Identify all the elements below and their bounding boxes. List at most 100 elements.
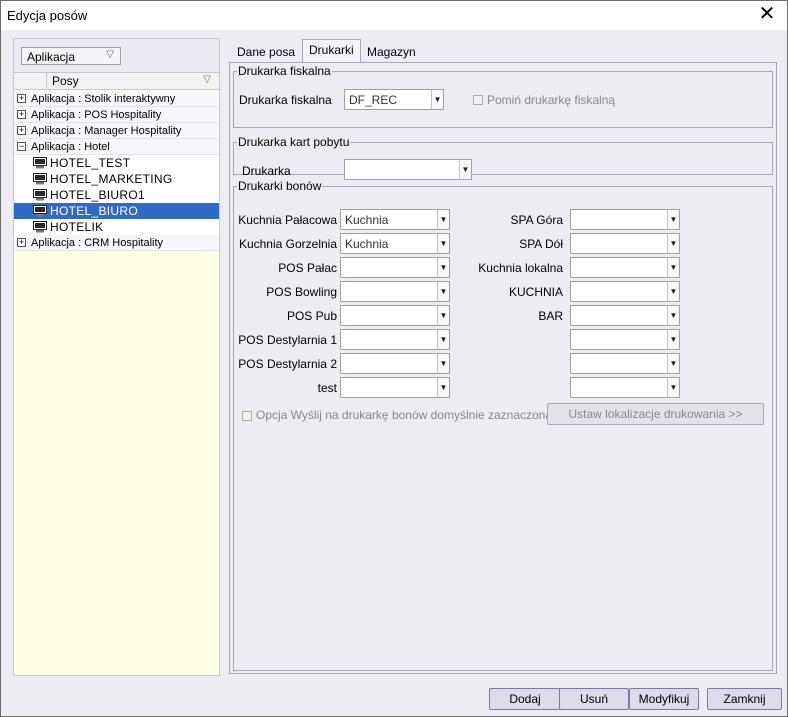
card-printer-legend: Drukarka kart pobytu bbox=[238, 135, 350, 149]
tree-group-label: Aplikacja : Stolik interaktywny bbox=[31, 93, 176, 105]
tree-pos-row[interactable]: HOTEL_BIURO1 bbox=[14, 187, 219, 203]
close-button[interactable]: Zamknij bbox=[707, 688, 782, 710]
tree-group-row[interactable]: + Aplikacja : Manager Hospitality bbox=[14, 123, 219, 139]
set-print-location-button[interactable]: Ustaw lokalizacje drukowania >> bbox=[547, 403, 764, 425]
tree-pos-label: HOTELIK bbox=[50, 220, 104, 234]
bon-printer-select[interactable]: ▼ bbox=[570, 377, 680, 398]
chevron-down-icon[interactable]: ▼ bbox=[437, 378, 449, 397]
tree-pos-row[interactable]: HOTEL_TEST bbox=[14, 155, 219, 171]
bon-printer-select[interactable]: ▼ bbox=[570, 281, 680, 302]
chevron-down-icon[interactable]: ▼ bbox=[667, 354, 679, 373]
computer-icon bbox=[33, 221, 47, 233]
tree-pos-label: HOTEL_TEST bbox=[50, 156, 131, 170]
chevron-down-icon[interactable]: ▼ bbox=[431, 90, 443, 109]
bon-printer-select[interactable]: ▼ bbox=[340, 377, 450, 398]
computer-icon bbox=[33, 173, 47, 185]
window: Edycja posów ✕ Aplikacja ▽ Posy ▽ + Aplik… bbox=[0, 0, 788, 717]
tree-pos-row[interactable]: HOTELIK bbox=[14, 219, 219, 235]
bon-printers-group: Drukarki bonów Opcja Wyślij na drukarkę … bbox=[233, 179, 773, 671]
tab-pane-drukarki: Drukarka fiskalna Drukarka fiskalna DF_R… bbox=[229, 62, 777, 674]
chevron-down-icon[interactable]: ▼ bbox=[437, 330, 449, 349]
skip-fiscal-checkbox[interactable] bbox=[473, 95, 483, 105]
group-by-label: Aplikacja bbox=[27, 50, 76, 64]
card-printer-label: Drukarka bbox=[242, 164, 291, 178]
modify-button[interactable]: Modyfikuj bbox=[629, 688, 699, 710]
bon-printer-label: Kuchnia Pałacowa bbox=[238, 213, 337, 227]
group-by-chip[interactable]: Aplikacja ▽ bbox=[21, 47, 121, 65]
bon-printer-label: Kuchnia Gorzelnia bbox=[238, 237, 337, 251]
tab-strip: Dane posa Drukarki Magazyn bbox=[229, 38, 777, 63]
group-by-area: Aplikacja ▽ bbox=[14, 39, 219, 72]
bon-printer-label: test bbox=[317, 381, 337, 395]
chevron-down-icon[interactable]: ▼ bbox=[667, 282, 679, 301]
chevron-down-icon[interactable]: ▼ bbox=[667, 378, 679, 397]
tree-group-label: Aplikacja : CRM Hospitality bbox=[31, 237, 164, 249]
default-send-checkbox[interactable] bbox=[242, 411, 252, 421]
details-panel: Dane posa Drukarki Magazyn Drukarka fisk… bbox=[229, 38, 777, 676]
card-printer-select[interactable]: ▼ bbox=[344, 159, 472, 180]
computer-icon bbox=[33, 205, 47, 217]
column-separator bbox=[46, 73, 47, 90]
chevron-down-icon[interactable]: ▼ bbox=[667, 234, 679, 253]
computer-icon bbox=[33, 157, 47, 169]
tab-magazyn[interactable]: Magazyn bbox=[361, 42, 422, 62]
expand-icon[interactable]: + bbox=[17, 238, 26, 247]
chevron-down-icon[interactable]: ▼ bbox=[667, 258, 679, 277]
bon-printer-select[interactable]: ▼ bbox=[340, 329, 450, 350]
fiscal-printer-label: Drukarka fiskalna bbox=[239, 93, 332, 107]
bon-printer-select[interactable]: ▼ bbox=[570, 305, 680, 326]
fiscal-printer-group: Drukarka fiskalna Drukarka fiskalna DF_R… bbox=[233, 64, 773, 128]
bon-printer-label: KUCHNIA bbox=[508, 285, 563, 299]
bon-printer-label: BAR bbox=[538, 309, 563, 323]
title-bar: Edycja posów ✕ bbox=[1, 1, 787, 30]
column-header[interactable]: Posy ▽ bbox=[14, 72, 219, 90]
tree-pos-label: HOTEL_BIURO bbox=[50, 204, 138, 218]
expand-icon[interactable]: + bbox=[17, 126, 26, 135]
tree-group-row[interactable]: − Aplikacja : Hotel bbox=[14, 139, 219, 155]
pos-tree: + Aplikacja : Stolik interaktywny + Aplikac… bbox=[14, 91, 219, 251]
bon-printer-label: Kuchnia lokalna bbox=[478, 261, 563, 275]
tree-group-row[interactable]: + Aplikacja : Stolik interaktywny bbox=[14, 91, 219, 107]
chevron-down-icon[interactable]: ▼ bbox=[667, 210, 679, 229]
bon-printer-label: SPA Góra bbox=[510, 213, 563, 227]
filter-icon[interactable]: ▽ bbox=[106, 49, 114, 60]
tab-drukarki[interactable]: Drukarki bbox=[302, 39, 361, 63]
pos-tree-panel: Aplikacja ▽ Posy ▽ + Aplikacja : Stolik i… bbox=[13, 38, 220, 676]
bon-printer-label: SPA Dół bbox=[519, 237, 563, 251]
tab-dane-posa[interactable]: Dane posa bbox=[231, 42, 301, 62]
add-button[interactable]: Dodaj bbox=[489, 688, 561, 710]
chevron-down-icon[interactable]: ▼ bbox=[437, 354, 449, 373]
collapse-icon[interactable]: − bbox=[17, 142, 26, 151]
chevron-down-icon[interactable]: ▼ bbox=[667, 306, 679, 325]
fiscal-printer-value: DF_REC bbox=[349, 93, 398, 107]
tree-pos-label: HOTEL_MARKETING bbox=[50, 172, 173, 186]
window-title: Edycja posów bbox=[7, 8, 88, 23]
expand-icon[interactable]: + bbox=[17, 94, 26, 103]
delete-button[interactable]: Usuń bbox=[559, 688, 629, 710]
bon-printer-select[interactable]: ▼ bbox=[570, 353, 680, 374]
chevron-down-icon[interactable]: ▼ bbox=[667, 330, 679, 349]
fiscal-printer-select[interactable]: DF_REC ▼ bbox=[344, 89, 444, 110]
tree-group-row[interactable]: + Aplikacja : CRM Hospitality bbox=[14, 235, 219, 251]
fiscal-printer-legend: Drukarka fiskalna bbox=[238, 64, 331, 78]
expand-icon[interactable]: + bbox=[17, 110, 26, 119]
bon-printer-label: POS Pałac bbox=[278, 261, 337, 275]
tree-group-label: Aplikacja : Manager Hospitality bbox=[31, 125, 182, 137]
tree-group-row[interactable]: + Aplikacja : POS Hospitality bbox=[14, 107, 219, 123]
bon-printer-select[interactable]: ▼ bbox=[570, 329, 680, 350]
tree-pos-row[interactable]: HOTEL_BIURO bbox=[14, 203, 219, 219]
bon-printer-value: Kuchnia bbox=[345, 237, 389, 251]
card-printer-group: Drukarka kart pobytu Drukarka ▼ bbox=[233, 135, 773, 180]
skip-fiscal-label: Pomiń drukarkę fiskalną bbox=[487, 93, 616, 107]
tree-pos-row[interactable]: HOTEL_MARKETING bbox=[14, 171, 219, 187]
column-filter-icon[interactable]: ▽ bbox=[203, 74, 211, 85]
bon-printer-label: POS Destylarnia 1 bbox=[238, 333, 337, 347]
bon-printer-select[interactable]: ▼ bbox=[340, 353, 450, 374]
chevron-down-icon[interactable]: ▼ bbox=[459, 160, 471, 179]
bon-printer-label: POS Bowling bbox=[266, 285, 337, 299]
bon-printer-select[interactable]: ▼ bbox=[570, 257, 680, 278]
close-icon[interactable]: ✕ bbox=[756, 3, 778, 27]
bon-printer-select[interactable]: ▼ bbox=[570, 209, 680, 230]
bon-printer-label: POS Pub bbox=[286, 309, 337, 323]
bon-printer-select[interactable]: ▼ bbox=[570, 233, 680, 254]
